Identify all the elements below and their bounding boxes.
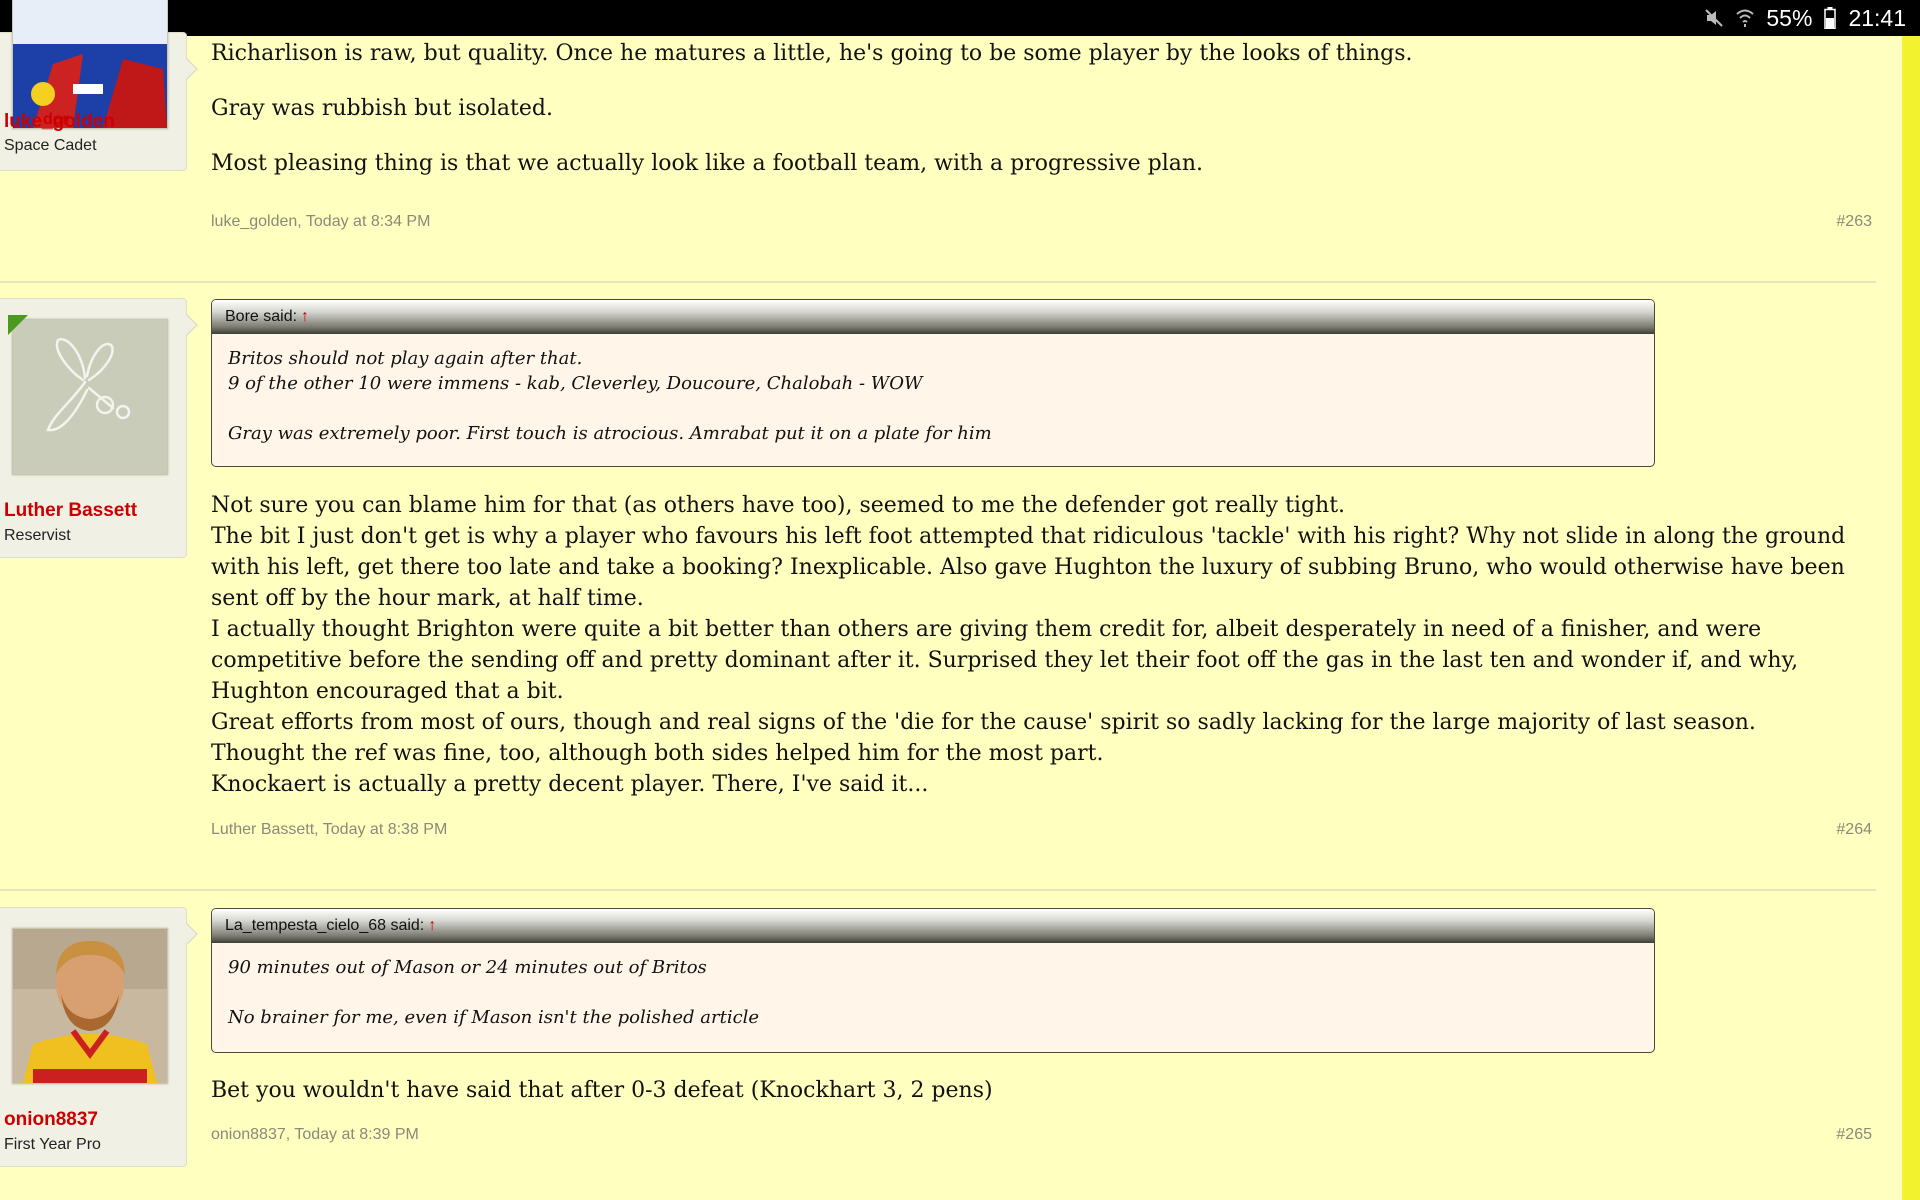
username[interactable]: Luther Bassett — [4, 500, 137, 522]
message-line — [211, 69, 1871, 93]
username[interactable]: luke_golden — [4, 111, 115, 133]
wifi-icon — [1736, 8, 1755, 28]
user-title: First Year Pro — [4, 1136, 101, 1153]
battery-icon — [1824, 7, 1837, 29]
message-line: The bit I just don't get is why a player… — [211, 524, 1846, 611]
post-number-link[interactable]: #265 — [1836, 1126, 1872, 1144]
post-message: Bet you wouldn't have said that after 0-… — [211, 1075, 1871, 1106]
message-line: Great efforts from most of ours, though … — [211, 710, 1756, 735]
post-number-link[interactable]: #263 — [1836, 213, 1872, 231]
quote-line — [228, 396, 1638, 421]
message-line: Gray was rubbish but isolated. — [211, 96, 553, 121]
avatar[interactable] — [12, 319, 168, 475]
user-info: Luther Bassett Reservist — [0, 298, 198, 558]
message-line: Thought the ref was fine, too, although … — [211, 741, 1104, 766]
quote-author[interactable]: Bore said: — [225, 308, 297, 325]
quote-author[interactable]: La_tempesta_cielo_68 said: — [225, 917, 424, 934]
quote-body: 90 minutes out of Mason or 24 minutes ou… — [212, 943, 1654, 1044]
quote-block: La_tempesta_cielo_68 said: ↑ 90 minutes o… — [211, 908, 1655, 1053]
message-line: Bet you wouldn't have said that after 0-… — [211, 1078, 993, 1103]
avatar[interactable]: dor — [12, 0, 168, 129]
scroll-edge-bar — [1902, 36, 1920, 1200]
quote-line: Gray was extremely poor. First touch is … — [228, 423, 992, 444]
message-line: I actually thought Brighton were quite a… — [211, 617, 1799, 704]
message-line: Richarlison is raw, but quality. Once he… — [211, 41, 1413, 66]
user-title: Reservist — [4, 527, 71, 544]
quote-block: Bore said: ↑ Britos should not play again… — [211, 299, 1655, 467]
status-bar: 55% 21:41 — [0, 0, 1920, 36]
message-line: Most pleasing thing is that we actually … — [211, 151, 1204, 176]
user-info: dor luke_golden Space Cadet — [0, 0, 198, 171]
message-line — [211, 124, 1871, 148]
user-title: Space Cadet — [4, 137, 97, 154]
username[interactable]: onion8837 — [4, 1109, 98, 1131]
post-divider — [0, 281, 1876, 283]
quote-header: La_tempesta_cielo_68 said: ↑ — [212, 909, 1654, 943]
post-263: dor luke_golden Space Cadet Richarlison … — [0, 0, 1876, 282]
jump-to-quote-arrow-icon[interactable]: ↑ — [428, 917, 436, 934]
message-line: Knockaert is actually a pretty decent pl… — [211, 772, 929, 797]
post-meta[interactable]: Luther Bassett, Today at 8:38 PM — [211, 821, 447, 839]
jump-to-quote-arrow-icon[interactable]: ↑ — [301, 308, 309, 325]
post-meta[interactable]: luke_golden, Today at 8:34 PM — [211, 213, 430, 231]
mute-icon — [1704, 8, 1724, 28]
quote-line: Britos should not play again after that. — [228, 348, 583, 369]
post-265: onion8837 First Year Pro La_tempesta_cie… — [0, 907, 1876, 1200]
post-meta[interactable]: onion8837, Today at 8:39 PM — [211, 1126, 419, 1144]
post-264: Luther Bassett Reservist Bore said: ↑ Bri… — [0, 298, 1876, 878]
user-info: onion8837 First Year Pro — [0, 907, 198, 1167]
post-divider — [0, 889, 1876, 891]
quote-line: 90 minutes out of Mason or 24 minutes ou… — [228, 957, 707, 978]
post-number-link[interactable]: #264 — [1836, 821, 1872, 839]
post-message: Richarlison is raw, but quality. Once he… — [211, 38, 1871, 179]
clock: 21:41 — [1848, 4, 1906, 31]
quote-line: No brainer for me, even if Mason isn't t… — [228, 1007, 760, 1028]
quote-line — [228, 980, 1638, 1005]
quote-body: Britos should not play again after that.… — [212, 334, 1654, 460]
quote-line: 9 of the other 10 were immens - kab, Cle… — [228, 373, 923, 394]
battery-percent: 55% — [1766, 4, 1813, 31]
quote-header: Bore said: ↑ — [212, 300, 1654, 334]
online-indicator-icon — [8, 315, 28, 335]
avatar[interactable] — [12, 928, 168, 1084]
message-line: Not sure you can blame him for that (as … — [211, 493, 1346, 518]
post-message: Not sure you can blame him for that (as … — [211, 490, 1871, 800]
